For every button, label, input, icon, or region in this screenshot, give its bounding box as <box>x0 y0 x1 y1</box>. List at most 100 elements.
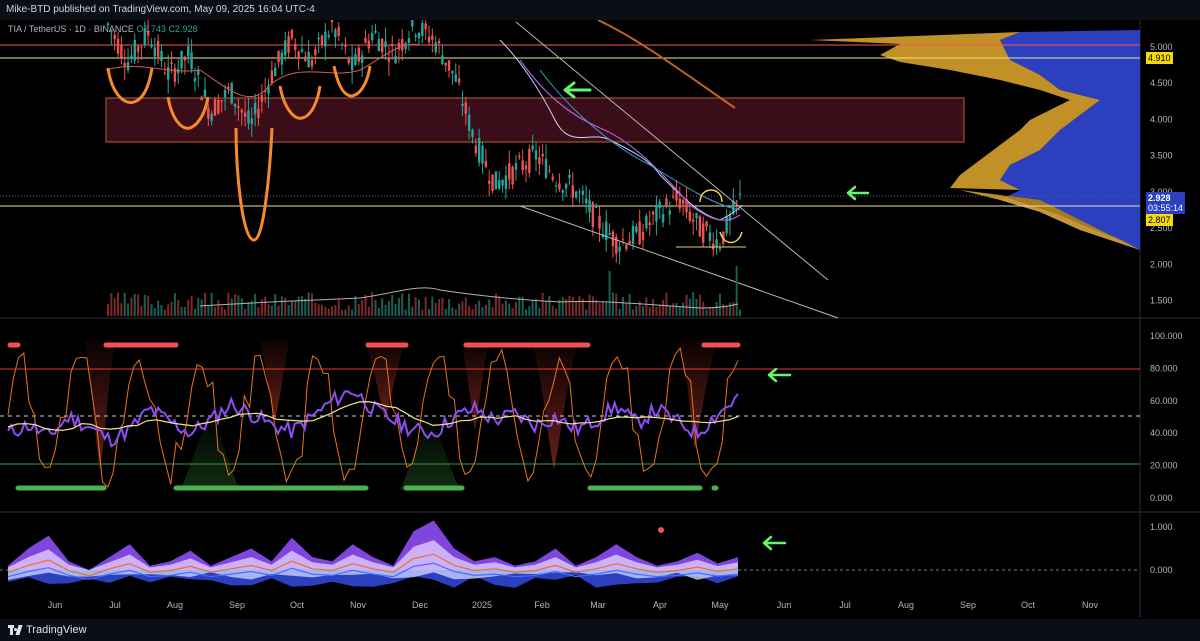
volume-bar <box>130 297 133 316</box>
candle-body <box>243 112 247 117</box>
candle-body <box>474 145 478 154</box>
volume-bar <box>324 306 327 316</box>
volume-bar <box>471 309 474 316</box>
candle-body <box>638 221 641 245</box>
candle-body <box>678 198 682 209</box>
candle-body <box>434 42 437 53</box>
time-tick-label: Mar <box>590 600 606 610</box>
oscillator-pane[interactable]: 100.000 80.000 60.000 40.000 20.000 0.000 <box>0 331 1183 503</box>
time-tick-label: Aug <box>898 600 914 610</box>
volume-bar <box>642 306 645 316</box>
volume-bar <box>300 296 303 316</box>
time-tick-label: Nov <box>1082 600 1099 610</box>
volume-bar <box>123 292 126 316</box>
momentum-axis[interactable]: 1.000 0.000 <box>1150 522 1173 575</box>
candle-body <box>705 221 708 227</box>
volume-bar <box>341 309 344 316</box>
volume-bar <box>364 294 367 316</box>
volume-bar <box>725 306 728 316</box>
candle-body <box>280 52 284 65</box>
volume-bar <box>310 293 313 316</box>
candle-body <box>327 35 330 38</box>
candle-body <box>354 54 357 65</box>
tradingview-logo[interactable]: TradingView <box>8 624 87 636</box>
price-pane[interactable]: 5.0004.5004.0003.5003.0002.5002.0001.500 <box>0 20 1173 319</box>
volume-bar <box>133 293 136 316</box>
volume-bar <box>431 296 434 316</box>
candle-body <box>150 45 153 48</box>
time-tick-label: Jul <box>109 600 121 610</box>
volume-bar <box>428 309 431 316</box>
volume-bar <box>722 303 725 316</box>
volume-bar <box>117 292 120 316</box>
candle-body <box>715 239 718 247</box>
volume-bar <box>498 296 501 316</box>
volume-bar <box>551 305 554 316</box>
volume-bar <box>548 295 551 316</box>
green-shading <box>180 420 460 490</box>
oscillator-axis[interactable]: 100.000 80.000 60.000 40.000 20.000 0.000 <box>1150 331 1183 503</box>
volume-bar <box>561 297 564 316</box>
volume-bar <box>692 292 695 316</box>
volume-bar <box>662 300 665 316</box>
volume-bar <box>170 301 173 316</box>
candle-body <box>404 43 407 50</box>
arrow-icon <box>563 81 592 99</box>
volume-bar <box>374 299 377 316</box>
volume-bar <box>474 304 477 316</box>
candle-body <box>738 193 742 195</box>
candle-body <box>518 155 521 158</box>
volume-bar <box>247 302 250 316</box>
volume-bar <box>605 302 608 316</box>
volume-bar <box>361 299 364 316</box>
volume-bar <box>454 309 457 316</box>
volume-bar <box>678 306 681 316</box>
volume-bar <box>147 295 150 316</box>
price-tag-2807: 2.807 <box>1146 214 1173 226</box>
momentum-pane[interactable]: 1.000 0.000 <box>0 520 1173 588</box>
short-ma-left <box>105 43 421 98</box>
time-tick-label: Aug <box>167 600 183 610</box>
volume-bar <box>167 304 170 316</box>
time-axis[interactable]: Jun Jul Aug Sep Oct Nov Dec 2025 Feb Mar Apr May Jun… <box>48 600 1099 610</box>
candle-body <box>431 35 434 40</box>
price-axis[interactable]: 5.0004.5004.0003.5003.0002.5002.0001.500 <box>1150 42 1173 306</box>
volume-bar <box>127 303 130 316</box>
candle-body <box>146 30 150 36</box>
volume-bar <box>575 301 578 316</box>
candle-body <box>558 183 561 190</box>
volume-bar <box>110 293 113 316</box>
candle-body <box>414 35 417 37</box>
candle-body <box>110 30 113 33</box>
oscillator-tick-label: 40.000 <box>1150 428 1178 438</box>
volume-bar <box>658 304 661 316</box>
candle-body <box>330 20 334 23</box>
volume-bar <box>524 309 527 316</box>
volume-bar <box>739 309 741 316</box>
volume-bar <box>183 306 186 316</box>
upper-wedge-line[interactable] <box>515 21 829 281</box>
volume-bar <box>625 302 628 316</box>
candle-body <box>488 180 491 184</box>
time-tick-label: Oct <box>1021 600 1036 610</box>
volume-bar <box>327 308 330 316</box>
volume-bar <box>715 301 718 316</box>
volume-bar <box>344 309 347 316</box>
candle-body <box>187 45 190 57</box>
candle-body <box>133 39 136 61</box>
candle-body <box>635 226 638 232</box>
candle-body <box>467 114 471 131</box>
chart-canvas[interactable]: 5.0004.5004.0003.5003.0002.5002.0001.500 <box>0 20 1200 619</box>
volume-bar <box>568 295 571 316</box>
volume-bar <box>488 299 491 316</box>
volume-bar <box>321 304 324 316</box>
candle-body <box>297 51 300 60</box>
candle-body <box>357 47 360 62</box>
candle-body <box>655 204 658 222</box>
candle-body <box>554 185 558 187</box>
volume-bar <box>451 307 454 316</box>
time-tick-label: Jul <box>839 600 851 610</box>
volume-bar <box>357 303 360 316</box>
footer-bar: TradingView <box>0 619 1200 641</box>
volume-bar <box>394 304 397 316</box>
